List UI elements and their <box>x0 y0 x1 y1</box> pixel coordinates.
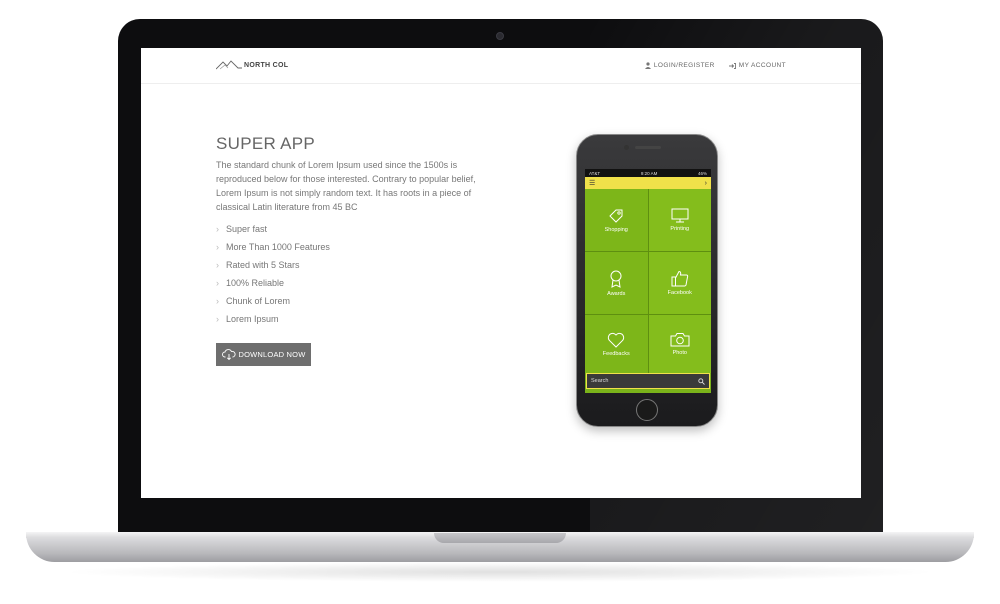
nav-my-account-label: MY ACCOUNT <box>738 62 786 69</box>
sign-in-icon <box>728 62 736 69</box>
feature-item: › Super fast <box>216 220 330 238</box>
feature-label: Rated with 5 Stars <box>226 260 300 270</box>
laptop-lid-notch <box>434 533 566 543</box>
hamburger-menu-icon[interactable]: ☰ <box>589 179 595 187</box>
tile-awards[interactable]: Awards <box>585 252 648 314</box>
laptop-screen: NORTH COL LOGIN/REGISTER MY ACCOUNT SUPE… <box>141 48 861 498</box>
phone-camera <box>624 145 629 150</box>
hero-description: The standard chunk of Lorem Ipsum used s… <box>216 160 476 212</box>
tile-printing[interactable]: Printing <box>648 189 711 251</box>
site-logo[interactable]: NORTH COL <box>216 60 288 70</box>
phone-status-bar: AT&T 9:20 AM 46% <box>585 169 711 177</box>
chevron-right-icon: › <box>216 242 219 252</box>
feature-item: › Lorem Ipsum <box>216 310 330 328</box>
hero-title: SUPER APP <box>216 134 316 153</box>
search-icon <box>698 377 705 385</box>
tile-label: Feedbacks <box>602 350 630 357</box>
award-icon <box>610 270 622 288</box>
feature-item: › Rated with 5 Stars <box>216 256 330 274</box>
chevron-right-icon: › <box>216 278 219 288</box>
laptop-shadow <box>60 562 940 582</box>
feature-label: Super fast <box>226 224 268 234</box>
nav-my-account[interactable]: MY ACCOUNT <box>728 62 786 69</box>
chevron-right-icon: › <box>216 296 219 306</box>
site-header: NORTH COL LOGIN/REGISTER MY ACCOUNT <box>141 48 861 84</box>
user-icon <box>644 62 651 69</box>
download-now-label: DOWNLOAD NOW <box>238 350 306 359</box>
heart-icon <box>608 332 625 348</box>
feature-item: › More Than 1000 Features <box>216 238 330 256</box>
feature-label: Chunk of Lorem <box>226 296 291 306</box>
tile-label: Printing <box>670 226 690 232</box>
top-nav: LOGIN/REGISTER MY ACCOUNT <box>644 62 786 69</box>
feature-list: › Super fast › More Than 1000 Features › Ra… <box>216 220 330 328</box>
carrier-label: AT&T <box>589 170 601 176</box>
laptop-camera <box>496 32 504 40</box>
phone-home-button <box>636 399 658 421</box>
nav-login-register-label: LOGIN/REGISTER <box>653 62 715 69</box>
tile-label: Photo <box>672 350 687 356</box>
phone-search-input[interactable]: Search <box>586 373 710 389</box>
chevron-right-icon[interactable]: › <box>705 180 707 187</box>
thumbs-up-icon <box>671 270 688 287</box>
monitor-icon <box>671 208 689 223</box>
tile-label: Facebook <box>667 290 692 296</box>
tile-feedbacks[interactable]: Feedbacks <box>585 315 648 373</box>
feature-item: › 100% Reliable <box>216 274 330 292</box>
tile-photo[interactable]: Photo <box>648 315 711 373</box>
download-now-button[interactable]: DOWNLOAD NOW <box>216 343 311 366</box>
feature-item: › Chunk of Lorem <box>216 292 330 310</box>
phone-search-placeholder: Search <box>591 378 609 384</box>
phone-mockup: AT&T 9:20 AM 46% ☰ › Shopping Printing A… <box>576 134 718 427</box>
mountain-logo-icon <box>216 60 242 70</box>
battery-label: 46% <box>697 170 707 176</box>
tile-label: Shopping <box>604 226 628 233</box>
phone-app-bar: ☰ › <box>585 177 711 189</box>
chevron-right-icon: › <box>216 224 219 234</box>
feature-label: Lorem Ipsum <box>226 314 279 324</box>
phone-tile-grid: Shopping Printing Awards Facebook Feedba… <box>585 189 711 373</box>
time-label: 9:20 AM <box>640 170 658 176</box>
tile-facebook[interactable]: Facebook <box>648 252 711 314</box>
feature-label: 100% Reliable <box>226 278 285 288</box>
chevron-right-icon: › <box>216 260 219 270</box>
phone-speaker <box>635 146 661 149</box>
tile-shopping[interactable]: Shopping <box>585 189 648 251</box>
feature-label: More Than 1000 Features <box>226 242 330 252</box>
cloud-download-icon <box>221 349 236 360</box>
camera-icon <box>670 333 690 347</box>
chevron-right-icon: › <box>216 314 219 324</box>
nav-login-register[interactable]: LOGIN/REGISTER <box>644 62 715 69</box>
logo-text: NORTH COL <box>244 61 289 69</box>
phone-screen: AT&T 9:20 AM 46% ☰ › Shopping Printing A… <box>585 169 711 393</box>
tag-icon <box>609 209 623 223</box>
tile-label: Awards <box>607 290 626 297</box>
